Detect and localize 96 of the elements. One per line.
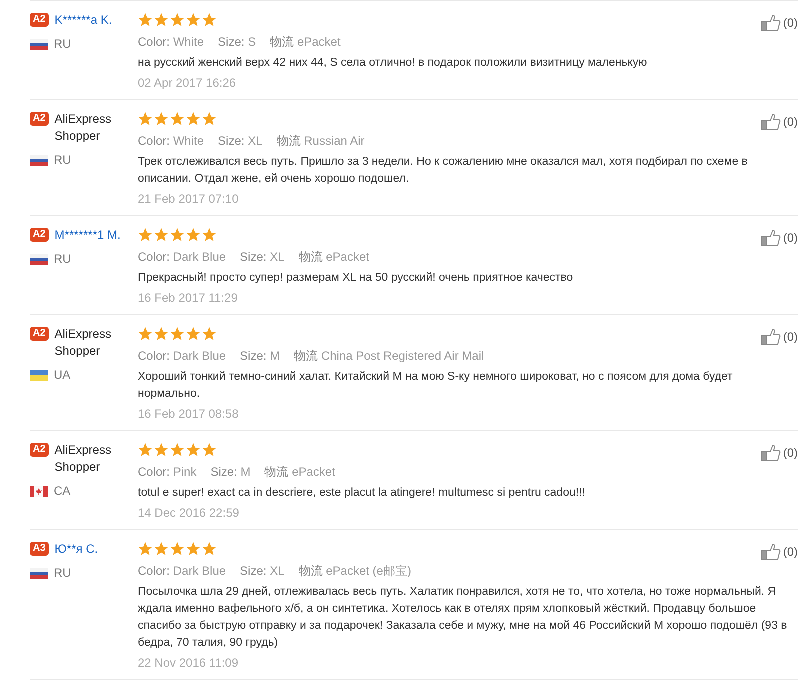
star-icon	[202, 542, 217, 556]
thumbs-up-icon[interactable]	[761, 113, 782, 131]
thumbs-up-icon[interactable]	[761, 543, 782, 561]
product-attribute: 物流 Russian Air	[276, 133, 365, 150]
product-attribute: Size: XL	[240, 563, 285, 580]
star-icon	[202, 13, 217, 27]
review-text: Посылочка шла 29 дней, отлеживалась весь путь. Халатик понравился, хотя не то, что хотела, но тоже нормальный. Я ждала именно вафельного х/б, а он синтетика. Хотелось как в отелях прям хлопковый жёсткий. Продавцу большое спасибо за быструю отправку и за подарочек! Заказала себе и мужу, мне на мой 46 Российский М хорошо подошёл (93 в бедра, 70 талия, 90 грудь)	[138, 585, 788, 651]
product-attribute: Size: XL	[218, 133, 263, 150]
review-date: 14 Dec 2016 22:59	[138, 505, 240, 522]
star-icon	[186, 228, 201, 242]
buyer-level-badge: A2	[30, 13, 49, 27]
canada-flag-icon	[30, 486, 48, 496]
product-attribute: Color: Dark Blue	[138, 249, 226, 266]
buyer-level-badge: A2	[30, 327, 49, 341]
review-text: Хороший тонкий темно-синий халат. Китайский M на мою S-ку немного широковат, но с поясом для дома будет нормально.	[138, 370, 734, 402]
star-icon	[138, 13, 153, 27]
review-date: 22 Nov 2016 11:09	[138, 655, 240, 672]
russia-flag-icon	[30, 154, 48, 166]
like-count: (0)	[783, 445, 798, 462]
product-attribute: 物流 ePacket (e邮宝)	[298, 563, 412, 580]
review-text: на русский женский верх 42 них 44, S села отлично! в подарок положили визитницу маленькую	[138, 56, 648, 71]
product-attribute: Color: Pink	[138, 464, 197, 481]
star-icon	[154, 228, 169, 242]
review-text: totul e super! exact ca in descriere, este placut la atingere! multumesc si pentru cadou!!!	[138, 486, 586, 501]
buyer-level-badge: A3	[30, 542, 49, 556]
product-attribute: 物流 ePacket	[298, 249, 370, 266]
star-icon	[202, 228, 217, 242]
review-date: 16 Feb 2017 08:58	[138, 406, 240, 423]
product-attribute: Size: M	[210, 464, 251, 481]
product-attribute: 物流 ePacket	[270, 34, 341, 51]
star-icon	[154, 443, 169, 457]
product-attribute: Size: S	[218, 34, 256, 51]
star-icon	[186, 327, 201, 341]
product-attribute: 物流 ePacket	[264, 464, 336, 481]
country-code: RU	[54, 152, 72, 169]
review-text: Трек отслеживался весь путь. Пришло за 3 недели. Но к сожалению мне оказался мал, хотя подбирал по схеме в описании. Отдал жене, ей очень хорошо подошел.	[138, 155, 749, 187]
product-attribute: Color: White	[138, 133, 204, 150]
review-text: Прекрасный! просто супер! размерам XL на 50 русский! очень приятное качество	[138, 271, 574, 286]
buyer-level-badge: A2	[30, 228, 49, 242]
star-icon	[154, 542, 169, 556]
like-count: (0)	[783, 329, 798, 346]
like-count: (0)	[783, 114, 798, 131]
product-attribute: 物流 China Post Registered Air Mail	[294, 348, 484, 365]
thumbs-up-icon[interactable]	[761, 14, 782, 32]
review-date: 21 Feb 2017 07:10	[138, 191, 240, 208]
star-icon	[186, 542, 201, 556]
star-icon	[170, 228, 185, 242]
star-icon	[138, 542, 153, 556]
reviewer-name: AliExpress Shopper	[54, 111, 112, 145]
review-date: 16 Feb 2017 11:29	[138, 290, 239, 307]
thumbs-up-icon[interactable]	[761, 229, 782, 247]
product-attribute: Color: Dark Blue	[138, 348, 226, 365]
buyer-level-badge: A2	[30, 112, 49, 126]
star-icon	[202, 327, 217, 341]
star-icon	[138, 443, 153, 457]
country-code: RU	[54, 565, 72, 582]
country-code: RU	[54, 36, 72, 53]
star-icon	[154, 112, 169, 126]
country-code: UA	[54, 367, 71, 384]
reviewer-name[interactable]: K******а K.	[54, 12, 112, 29]
country-code: CA	[54, 483, 71, 500]
reviewer-name[interactable]: M*******1 M.	[54, 227, 121, 244]
star-icon	[170, 542, 185, 556]
star-icon	[138, 112, 153, 126]
star-icon	[202, 112, 217, 126]
reviewer-name[interactable]: Ю**я С.	[54, 541, 98, 558]
product-attribute: Size: M	[240, 348, 280, 365]
star-icon	[186, 443, 201, 457]
country-code: RU	[54, 251, 72, 268]
star-icon	[138, 228, 153, 242]
star-icon	[170, 13, 185, 27]
reviewer-name: AliExpress Shopper	[54, 326, 112, 360]
star-icon	[154, 13, 169, 27]
review-date: 02 Apr 2017 16:26	[138, 75, 238, 92]
star-icon	[170, 112, 185, 126]
star-icon	[202, 443, 217, 457]
like-count: (0)	[783, 544, 798, 561]
ukraine-flag-icon	[30, 370, 48, 380]
star-icon	[186, 112, 201, 126]
thumbs-up-icon[interactable]	[761, 328, 782, 346]
product-attribute: Color: Dark Blue	[138, 563, 226, 580]
star-icon	[186, 13, 201, 27]
product-attribute: Color: White	[138, 34, 204, 51]
buyer-level-badge: A2	[30, 443, 49, 457]
russia-flag-icon	[30, 38, 48, 50]
like-count: (0)	[783, 15, 798, 32]
russia-flag-icon	[30, 254, 48, 264]
thumbs-up-icon[interactable]	[761, 444, 782, 462]
star-icon	[170, 327, 185, 341]
like-count: (0)	[783, 230, 798, 247]
reviewer-name: AliExpress Shopper	[54, 442, 112, 476]
star-icon	[170, 443, 185, 457]
russia-flag-icon	[30, 568, 48, 578]
star-icon	[138, 327, 153, 341]
product-attribute: Size: XL	[240, 249, 285, 266]
star-icon	[154, 327, 169, 341]
